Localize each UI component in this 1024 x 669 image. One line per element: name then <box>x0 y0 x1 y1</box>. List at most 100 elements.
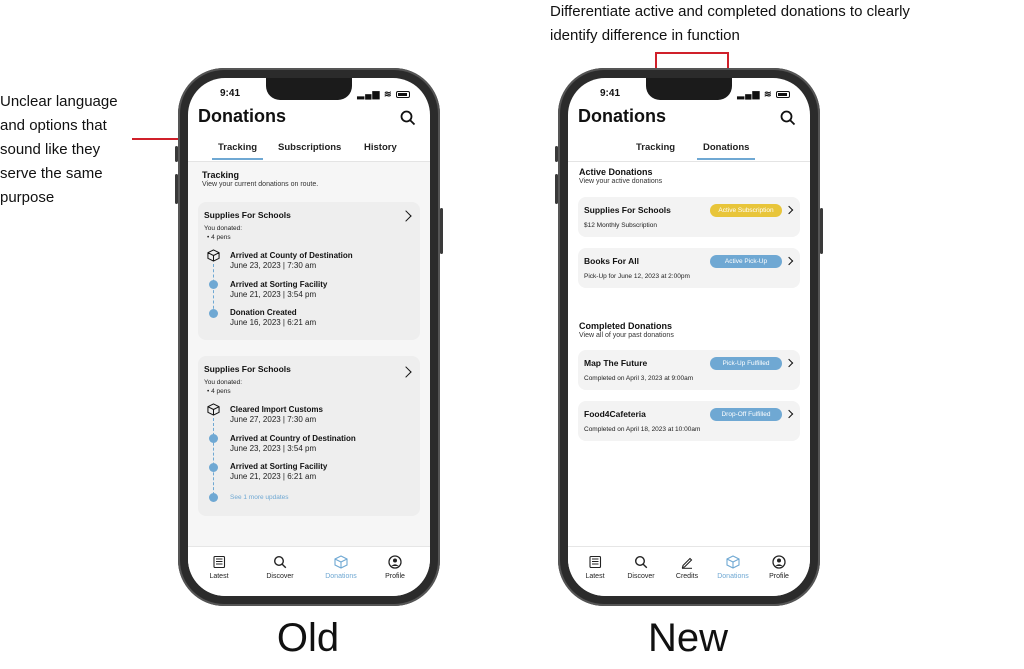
section-title: Active Donations <box>579 167 653 177</box>
timeline-dot <box>209 493 218 502</box>
event-date: June 23, 2023 | 7:30 am <box>230 261 317 270</box>
status-icons: ▂▄▆ ≋ <box>737 89 790 100</box>
status-time: 9:41 <box>600 88 621 99</box>
newspaper-icon <box>213 555 226 569</box>
event-title: Cleared Import Customs <box>230 405 323 414</box>
event-date: June 23, 2023 | 3:54 pm <box>230 444 317 453</box>
event-date: June 16, 2023 | 6:21 am <box>230 318 317 327</box>
nav-label: Donations <box>717 573 749 580</box>
tracking-event: Arrived at Sorting Facility June 21, 202… <box>230 280 327 299</box>
bottom-nav: Latest Discover Credits Donations Profil… <box>568 546 810 596</box>
status-badge: Drop-Off Fulfilled <box>710 408 782 421</box>
bottom-nav: Latest Discover Donations Profile <box>188 546 430 596</box>
package-icon <box>334 555 348 569</box>
see-more-link[interactable]: See 1 more updates <box>230 494 289 501</box>
tracking-event: Arrived at Sorting Facility June 21, 202… <box>230 462 327 481</box>
search-icon <box>634 555 648 569</box>
donation-card[interactable]: Books For All Active Pick-Up Pick-Up for… <box>578 248 800 288</box>
tab-subscriptions[interactable]: Subscriptions <box>278 142 341 153</box>
chevron-right-icon[interactable] <box>784 409 794 419</box>
old-screen: 9:41 ▂▄▆ ≋ Donations Tracking Subscripti… <box>188 78 430 596</box>
search-icon[interactable] <box>400 110 416 126</box>
chevron-right-icon[interactable] <box>400 210 412 222</box>
section-subtitle: View all of your past donations <box>579 332 674 339</box>
old-content: Tracking View your current donations on … <box>188 162 430 546</box>
status-icons: ▂▄▆ ≋ <box>357 89 410 100</box>
page-title: Donations <box>198 106 286 126</box>
card-title: Food4Cafeteria <box>584 409 646 419</box>
card-detail: Completed on April 18, 2023 at 10:00am <box>584 426 701 433</box>
card-detail: Pick-Up for June 12, 2023 at 2:00pm <box>584 273 690 280</box>
nav-donations[interactable]: Donations <box>710 555 756 580</box>
timeline-dot <box>209 434 218 443</box>
search-icon <box>273 555 287 569</box>
tab-bar: Tracking Donations <box>568 136 810 162</box>
nav-latest[interactable]: Latest <box>196 555 242 580</box>
donation-card[interactable]: Food4Cafeteria Drop-Off Fulfilled Comple… <box>578 401 800 441</box>
status-badge: Active Subscription <box>710 204 782 217</box>
chevron-right-icon[interactable] <box>784 205 794 215</box>
card-title: Supplies For Schools <box>204 364 291 374</box>
card-detail: $12 Monthly Subscription <box>584 222 657 229</box>
annotation-line-top-h <box>655 52 729 54</box>
status-badge: Pick-Up Fulfilled <box>710 357 782 370</box>
donation-card[interactable]: Map The Future Pick-Up Fulfilled Complet… <box>578 350 800 390</box>
tab-donations[interactable]: Donations <box>696 142 756 160</box>
caption-new: New <box>647 616 729 660</box>
section-title: Tracking <box>202 170 240 180</box>
nav-latest[interactable]: Latest <box>572 555 618 580</box>
package-icon <box>207 403 220 416</box>
page-title: Donations <box>578 106 666 126</box>
event-date: June 21, 2023 | 6:21 am <box>230 472 317 481</box>
chevron-right-icon[interactable] <box>400 366 412 378</box>
nav-label: Discover <box>627 573 655 580</box>
tab-tracking[interactable]: Tracking <box>636 142 675 153</box>
nav-label: Profile <box>385 573 405 580</box>
tracking-event: Donation Created June 16, 2023 | 6:21 am <box>230 308 316 327</box>
section-title: Completed Donations <box>579 321 673 331</box>
profile-icon <box>772 555 786 569</box>
nav-label: Discover <box>266 573 294 580</box>
chevron-right-icon[interactable] <box>784 358 794 368</box>
package-icon <box>207 249 220 262</box>
nav-discover[interactable]: Discover <box>618 555 664 580</box>
caption-old: Old <box>276 616 340 660</box>
tab-bar: Tracking Subscriptions History <box>188 136 430 162</box>
donation-card[interactable]: Supplies For Schools Active Subscription… <box>578 197 800 237</box>
nav-credits[interactable]: Credits <box>664 555 710 580</box>
section-subtitle: View your current donations on route. <box>202 181 319 188</box>
notch <box>646 78 732 100</box>
new-content: Active Donations View your active donati… <box>568 162 810 546</box>
chevron-right-icon[interactable] <box>784 256 794 266</box>
donated-label: You donated: <box>204 379 243 386</box>
tracking-card[interactable]: Supplies For Schools You donated: • 4 pe… <box>198 202 420 340</box>
event-title: Arrived at Country of Destination <box>230 434 356 443</box>
status-time: 9:41 <box>220 88 241 99</box>
tracking-event: Arrived at County of Destination June 23… <box>230 251 353 270</box>
tracking-card[interactable]: Supplies For Schools You donated: • 4 pe… <box>198 356 420 516</box>
nav-profile[interactable]: Profile <box>756 555 802 580</box>
nav-label: Latest <box>585 573 605 580</box>
annotation-top: Differentiate active and completed donat… <box>550 3 910 44</box>
nav-discover[interactable]: Discover <box>257 555 303 580</box>
timeline-dot <box>209 280 218 289</box>
card-title: Supplies For Schools <box>584 205 671 215</box>
donated-item: • 4 pens <box>207 234 231 241</box>
new-phone: 9:41 ▂▄▆ ≋ Donations Tracking Donations … <box>555 68 823 606</box>
donated-label: You donated: <box>204 225 243 232</box>
card-title: Books For All <box>584 256 639 266</box>
status-badge: Active Pick-Up <box>710 255 782 268</box>
event-date: June 27, 2023 | 7:30 am <box>230 415 317 424</box>
annotation-left: Unclear language and options that sound … <box>0 93 118 206</box>
section-subtitle: View your active donations <box>579 178 663 185</box>
tab-history[interactable]: History <box>364 142 397 153</box>
tab-tracking[interactable]: Tracking <box>211 142 264 160</box>
search-icon[interactable] <box>780 110 796 126</box>
notch <box>266 78 352 100</box>
nav-donations[interactable]: Donations <box>318 555 364 580</box>
nav-profile[interactable]: Profile <box>372 555 418 580</box>
donated-item: • 4 pens <box>207 388 231 395</box>
card-detail: Completed on April 3, 2023 at 9:00am <box>584 375 694 382</box>
tracking-event: Cleared Import Customs June 27, 2023 | 7… <box>230 405 323 424</box>
profile-icon <box>388 555 402 569</box>
